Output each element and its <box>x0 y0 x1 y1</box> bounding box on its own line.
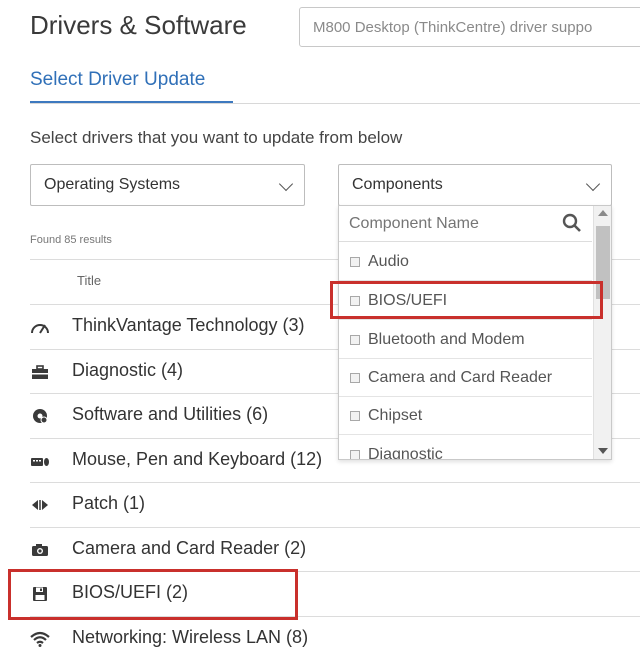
camera-icon <box>30 540 50 560</box>
highlight-box-bios-option <box>330 281 603 319</box>
component-option[interactable]: Diagnostic <box>339 436 592 460</box>
operating-systems-select[interactable]: Operating Systems <box>30 164 305 206</box>
components-select[interactable]: Components <box>338 164 612 206</box>
checkbox[interactable] <box>350 257 360 267</box>
result-label: ThinkVantage Technology (3) <box>72 315 305 335</box>
page-title: Drivers & Software <box>30 10 247 40</box>
operating-systems-select-value: Operating Systems <box>44 176 181 193</box>
checkbox[interactable] <box>350 411 360 421</box>
result-label: Mouse, Pen and Keyboard (12) <box>72 449 323 469</box>
chevron-down-icon <box>585 176 601 192</box>
chevron-down-icon <box>278 176 294 192</box>
component-option[interactable]: Audio <box>339 243 592 281</box>
component-option[interactable]: Chipset <box>339 397 592 435</box>
checkbox[interactable] <box>350 373 360 383</box>
component-option[interactable]: Camera and Card Reader <box>339 359 592 397</box>
gauge-icon <box>30 317 50 337</box>
component-option-label: Diagnostic <box>368 446 443 460</box>
result-row[interactable]: Networking: Wireless LAN (8) <box>30 617 640 651</box>
component-search-input[interactable] <box>339 206 554 241</box>
result-label: Software and Utilities (6) <box>72 404 269 424</box>
result-row[interactable]: Camera and Card Reader (2) <box>30 528 640 572</box>
result-label: Patch (1) <box>72 493 146 513</box>
component-option[interactable]: Bluetooth and Modem <box>339 321 592 359</box>
result-label: Diagnostic (4) <box>72 360 184 380</box>
result-row[interactable]: Patch (1) <box>30 483 640 527</box>
highlight-box-bios-result <box>8 569 298 620</box>
component-option-label: Bluetooth and Modem <box>368 331 525 348</box>
components-select-value: Components <box>352 176 443 193</box>
tab-select-driver-update[interactable]: Select Driver Update <box>30 69 205 91</box>
tab-divider <box>30 103 640 104</box>
patch-arrows-icon <box>30 495 50 515</box>
search-input[interactable] <box>300 8 640 46</box>
toolbox-icon <box>30 362 50 382</box>
scroll-down-arrow-icon[interactable] <box>598 448 608 454</box>
column-header-title[interactable]: Title <box>77 273 101 288</box>
search-icon[interactable] <box>562 213 582 233</box>
component-option-label: Audio <box>368 253 409 270</box>
checkbox[interactable] <box>350 335 360 345</box>
result-label: Networking: Wireless LAN (8) <box>72 627 309 647</box>
wifi-icon <box>30 629 50 649</box>
checkbox[interactable] <box>350 450 360 459</box>
keyboard-mouse-icon <box>30 451 50 471</box>
results-count: Found 85 results <box>30 234 112 246</box>
components-dropdown-panel[interactable]: Audio BIOS/UEFI Bluetooth and Modem Came… <box>338 205 612 460</box>
software-gear-icon <box>30 406 50 426</box>
result-label: Camera and Card Reader (2) <box>72 538 307 558</box>
dropdown-scrollbar[interactable] <box>593 206 611 459</box>
scroll-up-arrow-icon[interactable] <box>598 210 608 216</box>
instruction-text: Select drivers that you want to update f… <box>30 128 403 147</box>
component-option-label: Camera and Card Reader <box>368 369 553 386</box>
component-option-label: Chipset <box>368 407 423 424</box>
search-field[interactable] <box>299 7 640 47</box>
component-search[interactable] <box>339 206 592 242</box>
